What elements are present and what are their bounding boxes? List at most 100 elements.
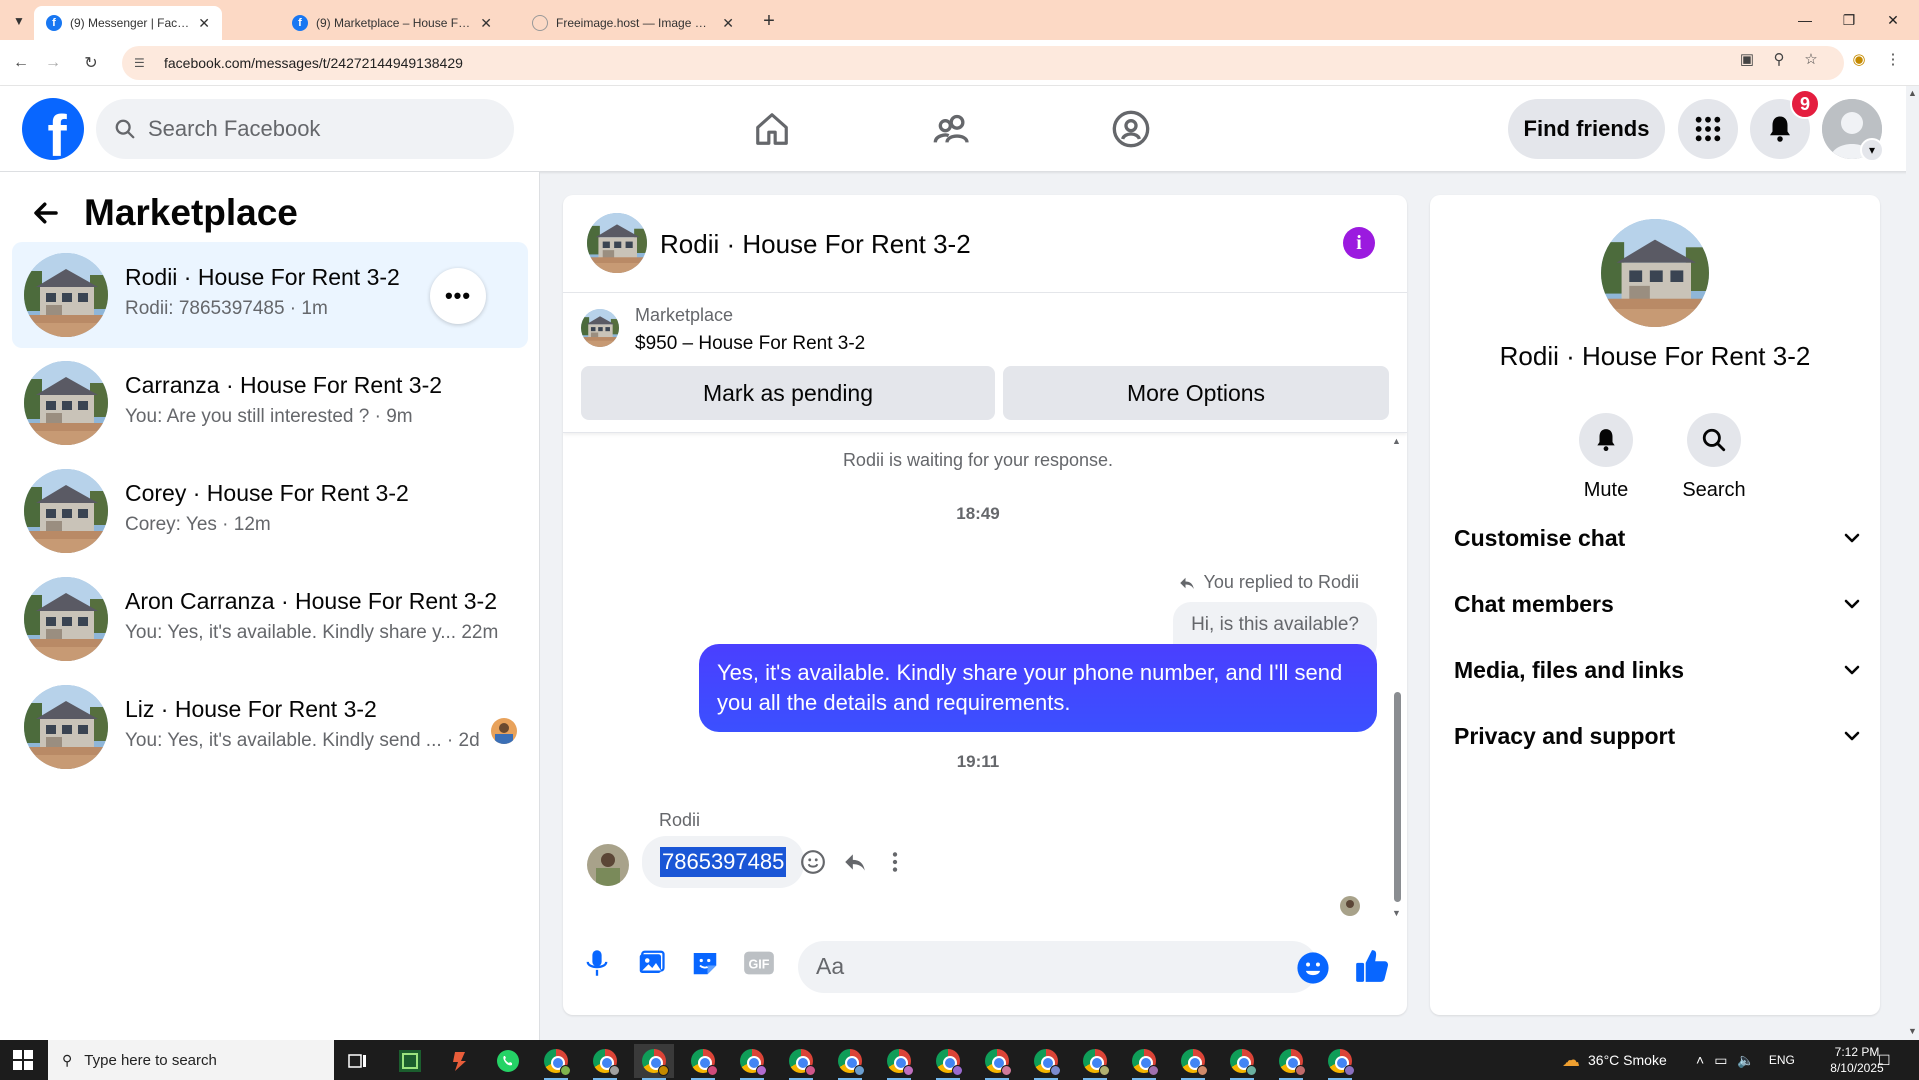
tab-freeimage[interactable]: Freeimage.host — Image Hostin ✕ bbox=[520, 6, 746, 40]
chrome-icon[interactable] bbox=[732, 1044, 772, 1080]
privacy-support-row[interactable]: Privacy and support bbox=[1454, 714, 1864, 758]
sticker-icon[interactable] bbox=[685, 943, 725, 983]
chrome-icon[interactable] bbox=[928, 1044, 968, 1080]
taskbar-search-input[interactable] bbox=[84, 1051, 325, 1069]
back-arrow-icon[interactable] bbox=[28, 195, 64, 231]
windows-start-icon[interactable] bbox=[0, 1040, 46, 1080]
close-icon[interactable]: ✕ bbox=[198, 15, 210, 32]
scroll-up-icon[interactable]: ▲ bbox=[1392, 436, 1401, 446]
chrome-icon[interactable] bbox=[536, 1044, 576, 1080]
profile-icon[interactable]: ◉ bbox=[1846, 46, 1872, 72]
incoming-message[interactable]: 7865397485 bbox=[642, 836, 805, 888]
friends-icon[interactable] bbox=[927, 104, 977, 154]
new-tab-button[interactable]: + bbox=[756, 8, 782, 34]
close-window-button[interactable]: ✕ bbox=[1870, 6, 1916, 34]
tab-marketplace[interactable]: f (9) Marketplace – House For Re ✕ bbox=[280, 6, 504, 40]
chrome-icon[interactable] bbox=[1173, 1044, 1213, 1080]
message-input-wrap[interactable] bbox=[798, 941, 1318, 993]
task-view-icon[interactable] bbox=[338, 1044, 378, 1078]
chrome-icon[interactable] bbox=[585, 1044, 625, 1080]
whatsapp-icon[interactable] bbox=[488, 1044, 528, 1078]
notifications-button[interactable]: 9 bbox=[1750, 89, 1820, 159]
chrome-icon[interactable] bbox=[879, 1044, 919, 1080]
incoming-message-text[interactable]: 7865397485 bbox=[660, 847, 787, 877]
scrollbar-thumb[interactable] bbox=[1394, 692, 1401, 902]
groups-icon[interactable] bbox=[1106, 104, 1156, 154]
list-item[interactable]: Carranza · House For Rent 3-2 You: Are y… bbox=[12, 350, 528, 456]
list-item[interactable]: Aron Carranza · House For Rent 3-2 You: … bbox=[12, 566, 528, 672]
scroll-down-icon[interactable]: ▼ bbox=[1908, 1026, 1917, 1036]
volume-icon[interactable]: 🔈 bbox=[1737, 1052, 1754, 1069]
media-files-links-row[interactable]: Media, files and links bbox=[1454, 648, 1864, 692]
weather-widget[interactable]: ☁ 36°C Smoke bbox=[1562, 1040, 1667, 1080]
chrome-icon[interactable] bbox=[1271, 1044, 1311, 1080]
chrome-icon[interactable] bbox=[977, 1044, 1017, 1080]
chrome-icon[interactable] bbox=[1124, 1044, 1164, 1080]
search-in-chat-button[interactable]: Search bbox=[1664, 413, 1764, 502]
search-input[interactable] bbox=[148, 116, 488, 142]
more-actions-icon[interactable] bbox=[881, 848, 909, 876]
conversation-title[interactable]: Rodii · House For Rent 3-2 bbox=[660, 229, 971, 260]
scroll-down-icon[interactable]: ▼ bbox=[1392, 908, 1401, 918]
chrome-icon[interactable] bbox=[830, 1044, 870, 1080]
more-options-button[interactable]: More Options bbox=[1003, 366, 1389, 420]
tray-icons[interactable]: ˄ ▭ 🔈 ENG bbox=[1696, 1040, 1795, 1080]
facebook-logo[interactable]: f bbox=[22, 98, 84, 160]
home-icon[interactable] bbox=[747, 104, 797, 154]
chrome-icon[interactable] bbox=[1222, 1044, 1262, 1080]
taskbar-search[interactable]: ⚲ bbox=[48, 1040, 334, 1080]
mute-button[interactable]: Mute bbox=[1556, 413, 1656, 502]
kebab-menu-icon[interactable]: ⋮ bbox=[1880, 46, 1906, 72]
close-icon[interactable]: ✕ bbox=[722, 15, 734, 32]
reply-icon[interactable] bbox=[841, 848, 869, 876]
thumbs-up-icon[interactable] bbox=[1353, 947, 1393, 987]
message-input[interactable] bbox=[816, 953, 1256, 980]
chat-members-row[interactable]: Chat members bbox=[1454, 582, 1864, 626]
chrome-icon[interactable] bbox=[634, 1044, 674, 1080]
customise-chat-row[interactable]: Customise chat bbox=[1454, 516, 1864, 560]
find-friends-button[interactable]: Find friends bbox=[1508, 99, 1665, 159]
react-emoji-icon[interactable] bbox=[799, 848, 827, 876]
url-omnibox[interactable]: ☰ facebook.com/messages/t/24272144949138… bbox=[122, 46, 1844, 80]
notification-center-icon[interactable]: ☐ bbox=[1878, 1040, 1891, 1080]
sender-avatar[interactable] bbox=[587, 844, 629, 886]
bookmark-star-icon[interactable]: ☆ bbox=[1798, 46, 1824, 72]
language-indicator[interactable]: ENG bbox=[1769, 1053, 1795, 1067]
chrome-icon[interactable] bbox=[1026, 1044, 1066, 1080]
scroll-up-icon[interactable]: ▲ bbox=[1908, 88, 1917, 98]
chevron-up-icon[interactable]: ˄ bbox=[1696, 1052, 1704, 1068]
tab-messenger[interactable]: f (9) Messenger | Facebook ✕ bbox=[34, 6, 222, 40]
list-item[interactable]: Corey · House For Rent 3-2 Corey: Yes · … bbox=[12, 458, 528, 564]
microphone-icon[interactable] bbox=[577, 943, 617, 983]
gif-icon[interactable]: GIF bbox=[739, 943, 779, 983]
url-text[interactable]: facebook.com/messages/t/2427214494913842… bbox=[164, 55, 463, 71]
chrome-icon[interactable] bbox=[683, 1044, 723, 1080]
chrome-icon[interactable] bbox=[1320, 1044, 1360, 1080]
house-thumbnail[interactable] bbox=[587, 213, 647, 273]
outgoing-message[interactable]: Yes, it's available. Kindly share your p… bbox=[699, 644, 1377, 732]
site-info-icon[interactable]: ☰ bbox=[134, 56, 150, 70]
page-scrollbar[interactable]: ▲ ▼ bbox=[1906, 86, 1919, 1040]
app-icon[interactable] bbox=[390, 1044, 430, 1078]
chrome-icon[interactable] bbox=[781, 1044, 821, 1080]
list-item[interactable]: Rodii · House For Rent 3-2 Rodii: 786539… bbox=[12, 242, 528, 348]
restore-button[interactable]: ❐ bbox=[1826, 6, 1872, 34]
menu-grid-button[interactable] bbox=[1678, 99, 1738, 159]
chrome-icon[interactable] bbox=[1075, 1044, 1115, 1080]
minimize-button[interactable]: — bbox=[1782, 6, 1828, 34]
photo-icon[interactable] bbox=[631, 943, 671, 983]
install-app-icon[interactable]: ▣ bbox=[1734, 46, 1760, 72]
close-icon[interactable]: ✕ bbox=[480, 15, 492, 32]
more-options-button[interactable]: ••• bbox=[430, 268, 486, 324]
reload-icon[interactable]: ↻ bbox=[78, 50, 104, 76]
house-thumbnail[interactable] bbox=[1601, 219, 1709, 327]
thread-scrollbar[interactable]: ▲ ▼ bbox=[1392, 434, 1402, 920]
list-item[interactable]: Liz · House For Rent 3-2 You: Yes, it's … bbox=[12, 674, 528, 780]
app-icon[interactable] bbox=[440, 1044, 480, 1078]
chevron-down-icon[interactable]: ▾ bbox=[1860, 138, 1884, 162]
info-icon[interactable]: i bbox=[1343, 227, 1375, 259]
listing-title[interactable]: $950 – House For Rent 3-2 bbox=[635, 333, 865, 355]
mark-as-pending-button[interactable]: Mark as pending bbox=[581, 366, 995, 420]
emoji-icon[interactable] bbox=[1296, 951, 1330, 985]
tab-search-button[interactable]: ▼ bbox=[6, 8, 32, 34]
